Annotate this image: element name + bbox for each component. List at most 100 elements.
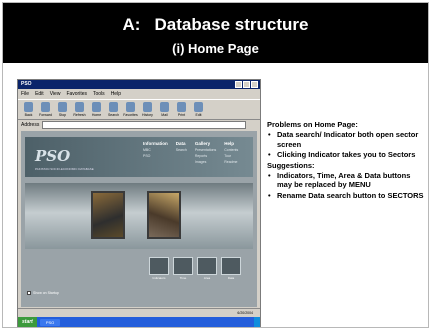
site-nav: Information MBC PSO Data Search Gallery … xyxy=(143,141,238,164)
site-tagline: PAKISTAN SOCIO-ECONOMIC DATABASE xyxy=(35,167,94,171)
data-button[interactable]: Data xyxy=(221,257,241,281)
back-label: Back xyxy=(24,113,33,117)
slide-subtitle: (i) Home Page xyxy=(172,41,259,56)
home-button[interactable]: Home xyxy=(90,100,103,120)
time-button[interactable]: Time xyxy=(173,257,193,281)
banner-photo xyxy=(91,191,125,239)
nav-link[interactable]: Images xyxy=(195,160,216,164)
taskbar-item[interactable]: PSO xyxy=(39,318,61,326)
nav-link[interactable]: Contents xyxy=(224,148,238,152)
forward-icon xyxy=(41,102,50,112)
title-box: A: Database structure (i) Home Page xyxy=(3,3,428,63)
history-button[interactable]: History xyxy=(141,100,154,120)
mail-label: Mail xyxy=(161,113,168,117)
nav-link[interactable]: Readme xyxy=(224,160,238,164)
history-label: History xyxy=(142,113,153,117)
slide: A: Database structure (i) Home Page PSO F… xyxy=(2,2,429,328)
show-on-startup[interactable]: Show on Startup xyxy=(27,291,59,295)
maximize-icon[interactable] xyxy=(243,81,250,88)
close-icon[interactable] xyxy=(251,81,258,88)
data-icon xyxy=(221,257,241,275)
refresh-label: Refresh xyxy=(73,113,86,117)
browser-screenshot: PSO File Edit View Favorites Tools Help … xyxy=(17,79,261,327)
status-date: 6/20/2004 xyxy=(237,310,253,315)
indicators-button[interactable]: Indicators xyxy=(149,257,169,281)
startup-checkbox[interactable] xyxy=(27,291,31,295)
edit-label: Edit xyxy=(195,113,202,117)
windows-taskbar: start PSO xyxy=(18,317,260,327)
menu-edit[interactable]: Edit xyxy=(35,90,44,98)
sector-buttons: Indicators Time Area Data xyxy=(149,257,241,281)
menu-file[interactable]: File xyxy=(21,90,29,98)
title-prefix: A: xyxy=(122,15,141,34)
nav-data-head[interactable]: Data xyxy=(176,141,187,146)
nav-link[interactable]: MBC xyxy=(143,148,168,152)
window-title: PSO xyxy=(21,81,32,87)
list-item: Rename Data search button to SECTORS xyxy=(267,191,425,201)
stop-icon xyxy=(58,102,67,112)
nav-data: Data Search xyxy=(176,141,187,164)
notes-panel: Problems on Home Page: Data search/ Indi… xyxy=(267,120,425,201)
address-bar: Address xyxy=(18,121,260,129)
stop-button[interactable]: Stop xyxy=(56,100,69,120)
back-button[interactable]: Back xyxy=(22,100,35,120)
title-main: Database structure xyxy=(154,15,309,34)
list-item: Clicking Indicator takes you to Sectors xyxy=(267,150,425,160)
search-button[interactable]: Search xyxy=(107,100,120,120)
browser-statusbar: 6/20/2004 xyxy=(18,308,260,316)
list-item: Indicators, Time, Area & Data buttons ma… xyxy=(267,171,425,190)
site-banner xyxy=(25,183,253,249)
forward-button[interactable]: Forward xyxy=(39,100,52,120)
print-icon xyxy=(177,102,186,112)
menu-help[interactable]: Help xyxy=(111,90,121,98)
suggestions-heading: Suggestions: xyxy=(267,160,315,170)
back-icon xyxy=(24,102,33,112)
suggestions-list: Indicators, Time, Area & Data buttons ma… xyxy=(267,171,425,201)
mail-icon xyxy=(160,102,169,112)
banner-photo xyxy=(147,191,181,239)
site-logo[interactable]: PSO xyxy=(35,147,70,165)
nav-help-head[interactable]: Help xyxy=(224,141,238,146)
home-label: Home xyxy=(91,113,102,117)
print-button[interactable]: Print xyxy=(175,100,188,120)
refresh-button[interactable]: Refresh xyxy=(73,100,86,120)
address-input[interactable] xyxy=(42,121,246,129)
indicators-label: Indicators xyxy=(152,276,166,280)
nav-information-head[interactable]: Information xyxy=(143,141,168,146)
nav-link[interactable]: Tour xyxy=(224,154,238,158)
favorites-label: Favorites xyxy=(123,113,138,117)
history-icon xyxy=(143,102,152,112)
minimize-icon[interactable] xyxy=(235,81,242,88)
nav-link[interactable]: Reports xyxy=(195,154,216,158)
menu-view[interactable]: View xyxy=(50,90,61,98)
start-button[interactable]: start xyxy=(18,317,37,327)
area-button[interactable]: Area xyxy=(197,257,217,281)
nav-information: Information MBC PSO xyxy=(143,141,168,164)
window-controls xyxy=(235,81,258,88)
system-tray xyxy=(254,317,260,327)
nav-link[interactable]: Presentations xyxy=(195,148,216,152)
favorites-button[interactable]: Favorites xyxy=(123,100,138,120)
nav-link[interactable]: PSO xyxy=(143,154,168,158)
menu-tools[interactable]: Tools xyxy=(93,90,105,98)
data-label: Data xyxy=(227,276,235,280)
home-icon xyxy=(92,102,101,112)
time-label: Time xyxy=(179,276,187,280)
area-icon xyxy=(197,257,217,275)
browser-titlebar: PSO xyxy=(18,80,260,89)
edit-icon xyxy=(194,102,203,112)
nav-help: Help Contents Tour Readme xyxy=(224,141,238,164)
mail-button[interactable]: Mail xyxy=(158,100,171,120)
nav-gallery-head[interactable]: Gallery xyxy=(195,141,216,146)
print-label: Print xyxy=(177,113,186,117)
menu-favorites[interactable]: Favorites xyxy=(66,90,87,98)
nav-data-search-link[interactable]: Search xyxy=(176,148,187,152)
problems-heading: Problems on Home Page: xyxy=(267,120,358,129)
site-header: PSO PAKISTAN SOCIO-ECONOMIC DATABASE Inf… xyxy=(25,137,253,177)
problems-list: Data search/ Indicator both open sector … xyxy=(267,130,425,160)
indicators-icon xyxy=(149,257,169,275)
forward-label: Forward xyxy=(39,113,52,117)
favorites-icon xyxy=(126,102,135,112)
edit-button[interactable]: Edit xyxy=(192,100,205,120)
browser-menubar: File Edit View Favorites Tools Help xyxy=(18,90,260,98)
